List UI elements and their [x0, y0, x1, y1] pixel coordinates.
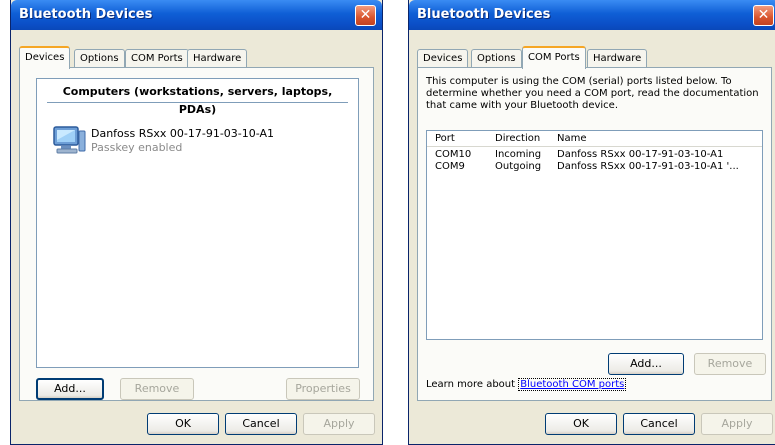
apply-button[interactable]: Apply [303, 413, 375, 435]
title-bar[interactable]: Bluetooth Devices ✕ [409, 0, 775, 30]
remove-button[interactable]: Remove [120, 378, 194, 400]
device-name: Danfoss RSxx 00-17-91-03-10-A1 [91, 127, 274, 140]
port-cell: COM10 [435, 149, 472, 160]
devices-panel: Computers (workstations, servers, laptop… [19, 67, 374, 401]
close-icon: ✕ [359, 7, 372, 23]
column-header-port[interactable]: Port [435, 131, 455, 147]
add-button[interactable]: Add... [36, 378, 104, 400]
tab-com-ports[interactable]: COM Ports [522, 46, 586, 69]
bluetooth-devices-window-left: Bluetooth Devices ✕ Devices Options COM … [10, 0, 383, 445]
com-ports-panel: This computer is using the COM (serial) … [417, 67, 772, 401]
close-button[interactable]: ✕ [355, 5, 376, 26]
computer-icon [53, 126, 86, 154]
column-header-name[interactable]: Name [557, 131, 587, 147]
tab-devices[interactable]: Devices [19, 46, 71, 69]
window-title: Bluetooth Devices [19, 7, 153, 22]
group-header: Computers (workstations, servers, laptop… [47, 83, 348, 116]
direction-cell: Incoming [495, 149, 542, 160]
learn-more-prefix: Learn more about [426, 379, 519, 390]
list-header: Port Direction Name [427, 131, 762, 147]
tab-options[interactable]: Options [74, 49, 125, 68]
ok-button[interactable]: OK [545, 413, 617, 435]
close-icon: ✕ [757, 7, 770, 23]
apply-button[interactable]: Apply [701, 413, 773, 435]
learn-more-text: Learn more about Bluetooth COM ports [426, 378, 627, 391]
close-button[interactable]: ✕ [753, 5, 774, 26]
com-ports-list[interactable]: Port Direction Name COM10 Incoming Danfo… [426, 130, 763, 340]
device-list[interactable]: Computers (workstations, servers, laptop… [36, 78, 359, 368]
com-ports-description: This computer is using the COM (serial) … [426, 76, 759, 111]
name-cell: Danfoss RSxx 00-17-91-03-10-A1 [557, 149, 724, 160]
tab-hardware[interactable]: Hardware [587, 49, 648, 68]
name-cell: Danfoss RSxx 00-17-91-03-10-A1 '... [557, 161, 739, 172]
ok-button[interactable]: OK [147, 413, 219, 435]
title-bar[interactable]: Bluetooth Devices ✕ [11, 0, 382, 30]
add-button[interactable]: Add... [608, 353, 684, 375]
cancel-button[interactable]: Cancel [623, 413, 695, 435]
window-title: Bluetooth Devices [417, 7, 551, 22]
direction-cell: Outgoing [495, 161, 542, 172]
port-cell: COM9 [435, 161, 465, 172]
tab-hardware[interactable]: Hardware [187, 49, 248, 68]
properties-button[interactable]: Properties [286, 378, 360, 400]
tab-options[interactable]: Options [471, 49, 522, 68]
tab-com-ports[interactable]: COM Ports [125, 49, 189, 68]
bluetooth-devices-window-right: Bluetooth Devices ✕ Devices Options COM … [408, 0, 775, 445]
device-status: Passkey enabled [91, 141, 183, 154]
bluetooth-com-ports-link[interactable]: Bluetooth COM ports [518, 378, 627, 391]
column-header-direction[interactable]: Direction [495, 131, 540, 147]
remove-button[interactable]: Remove [694, 353, 766, 375]
cancel-button[interactable]: Cancel [225, 413, 297, 435]
tab-devices[interactable]: Devices [417, 49, 469, 68]
